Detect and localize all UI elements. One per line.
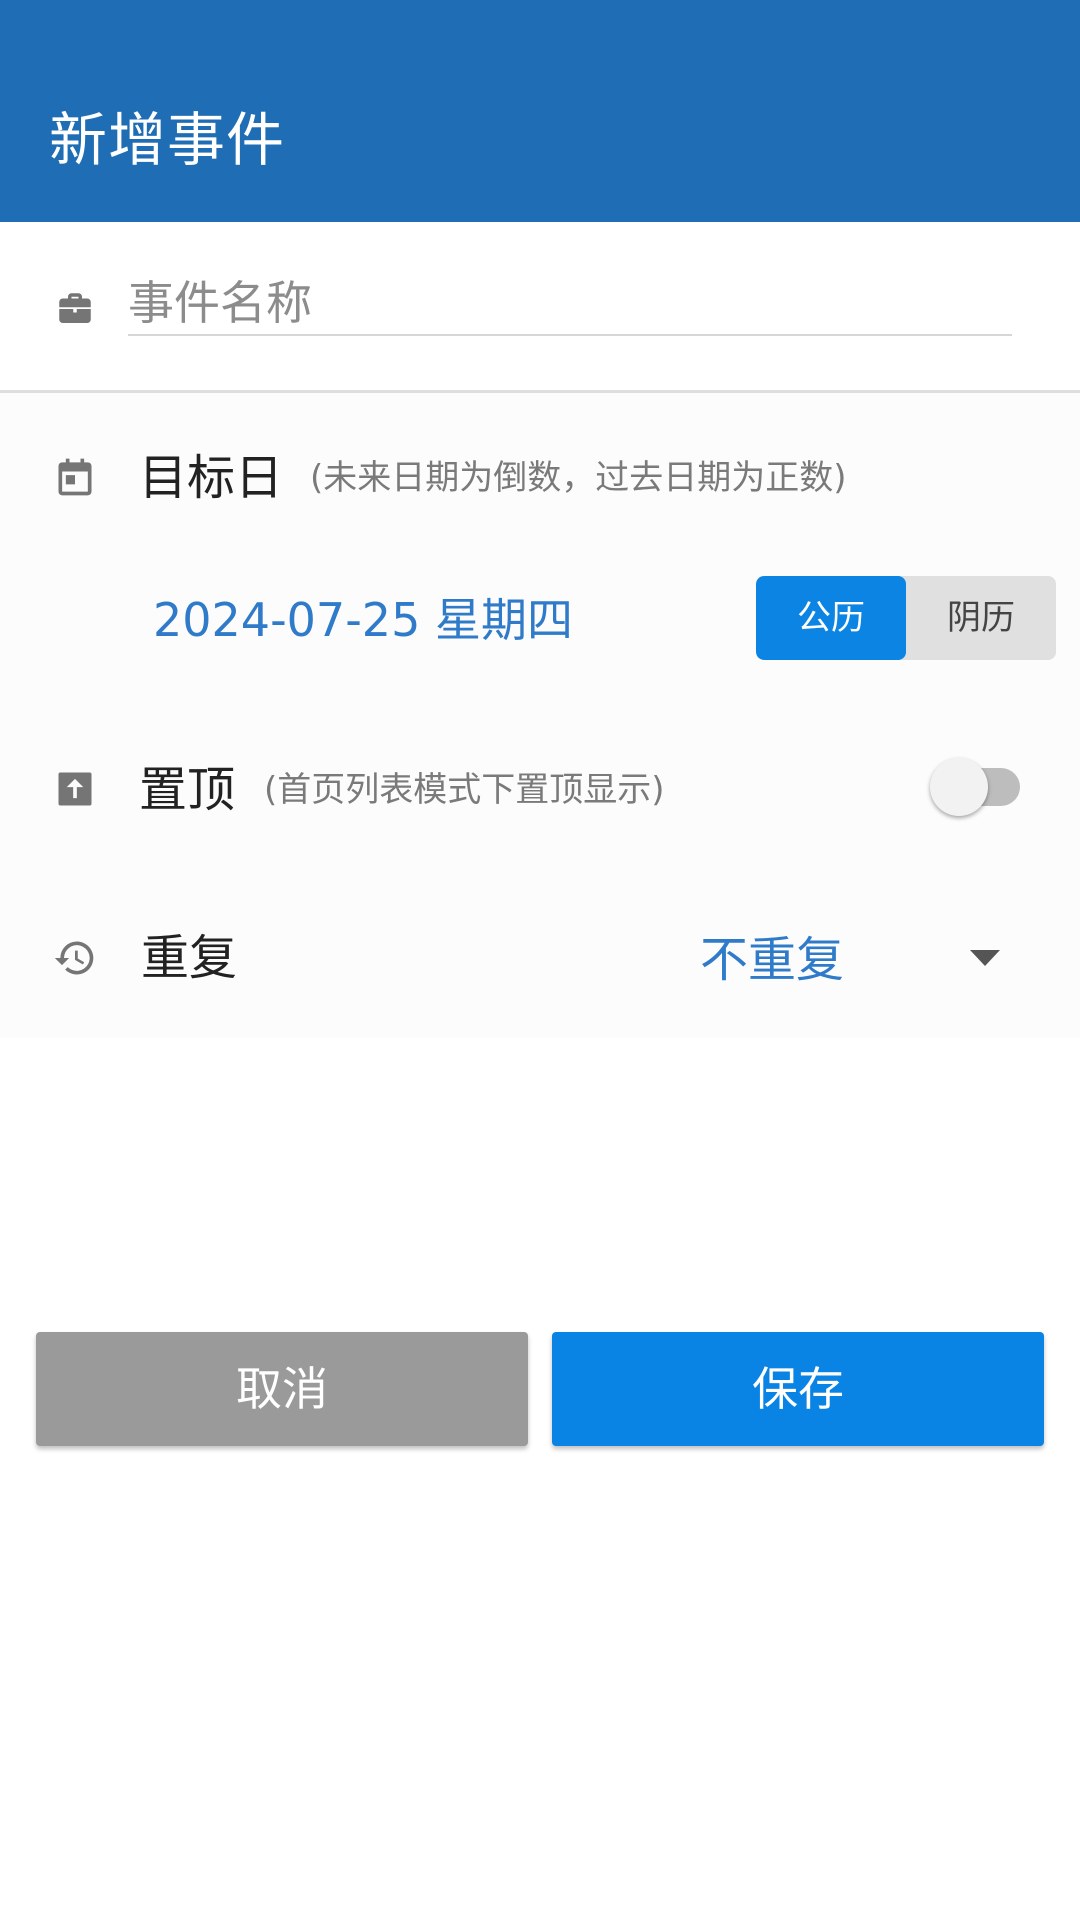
calendar-type-toggle: 公历 阴历: [756, 576, 1056, 660]
page-title: 新增事件: [49, 106, 286, 174]
repeat-label: 重复: [141, 930, 238, 986]
target-date-value[interactable]: 2024-07-25 星期四: [153, 588, 573, 652]
target-date-label: 目标日: [139, 450, 284, 506]
lunar-calendar-option[interactable]: 阴历: [906, 576, 1056, 660]
pin-top-label: 置顶: [139, 762, 236, 818]
switch-thumb: [930, 758, 988, 816]
chevron-down-icon[interactable]: [970, 950, 1000, 966]
cancel-button[interactable]: 取消: [36, 1332, 528, 1446]
briefcase-icon: [59, 293, 91, 323]
calendar-icon: [58, 458, 92, 496]
save-button[interactable]: 保存: [552, 1332, 1044, 1446]
solar-calendar-option[interactable]: 公历: [756, 576, 906, 660]
history-icon: [54, 941, 94, 975]
app-bar: 新增事件: [0, 0, 1080, 222]
pin-top-hint: (首页列表模式下置顶显示): [264, 770, 665, 810]
repeat-select[interactable]: 不重复: [700, 928, 844, 992]
target-date-hint: (未来日期为倒数，过去日期为正数): [310, 458, 847, 498]
pin-to-top-icon: [58, 772, 92, 806]
event-name-input[interactable]: [128, 272, 1012, 336]
pin-top-switch[interactable]: [930, 758, 1022, 816]
